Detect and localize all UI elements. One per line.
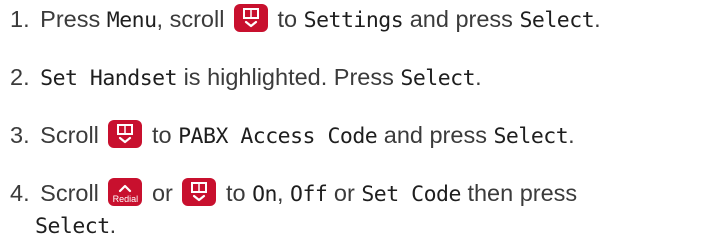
step-text: to bbox=[225, 180, 246, 206]
step-text: to bbox=[277, 6, 298, 32]
step-text: , bbox=[276, 180, 284, 206]
set-handset-display-text: Set Handset bbox=[40, 66, 178, 91]
menu-display-text: Menu bbox=[106, 8, 157, 33]
settings-display-text: Settings bbox=[303, 8, 404, 33]
step-2: 2. Set Handset is highlighted. Press Sel… bbox=[10, 62, 482, 94]
step-text: then press bbox=[467, 180, 578, 206]
step-3: 3. Scroll to PABX Access Code and press … bbox=[10, 120, 575, 152]
step-text: . bbox=[109, 212, 117, 238]
step-number: 4. bbox=[10, 180, 30, 206]
step-text: Press bbox=[40, 6, 101, 32]
select-display-text: Select bbox=[35, 214, 110, 239]
phonebook-down-key-icon bbox=[108, 120, 143, 148]
step-text: and press bbox=[383, 122, 487, 148]
step-4-continuation: Select. bbox=[10, 210, 577, 242]
step-1: 1. Press Menu, scroll to Settings and pr… bbox=[10, 4, 601, 36]
step-number: 2. bbox=[10, 64, 30, 90]
step-4: 4. Scroll Redial or to On, Off or Set Co… bbox=[10, 178, 577, 242]
step-text: . bbox=[594, 6, 601, 32]
pabx-access-code-display-text: PABX Access Code bbox=[178, 124, 378, 149]
step-number: 3. bbox=[10, 122, 30, 148]
step-text: and press bbox=[409, 6, 513, 32]
step-text: . bbox=[475, 64, 482, 90]
step-number: 1. bbox=[10, 6, 30, 32]
select-display-text: Select bbox=[519, 8, 595, 33]
step-text: Scroll bbox=[40, 180, 99, 206]
redial-key-label: Redial bbox=[112, 194, 139, 204]
set-code-display-text: Set Code bbox=[361, 182, 461, 207]
step-text: is highlighted. Press bbox=[183, 64, 394, 90]
step-text: to bbox=[151, 122, 172, 148]
step-text: or bbox=[151, 180, 173, 206]
step-text: , scroll bbox=[156, 6, 225, 32]
step-text: or bbox=[333, 180, 355, 206]
phonebook-down-key-icon bbox=[233, 4, 268, 32]
select-display-text: Select bbox=[493, 124, 569, 149]
step-text: . bbox=[568, 122, 575, 148]
step-text: Scroll bbox=[40, 122, 99, 148]
on-display-text: On bbox=[252, 182, 277, 207]
off-display-text: Off bbox=[290, 182, 328, 207]
select-display-text: Select bbox=[400, 66, 476, 91]
redial-up-key-icon: Redial bbox=[108, 178, 143, 206]
phonebook-down-key-icon bbox=[182, 178, 217, 206]
